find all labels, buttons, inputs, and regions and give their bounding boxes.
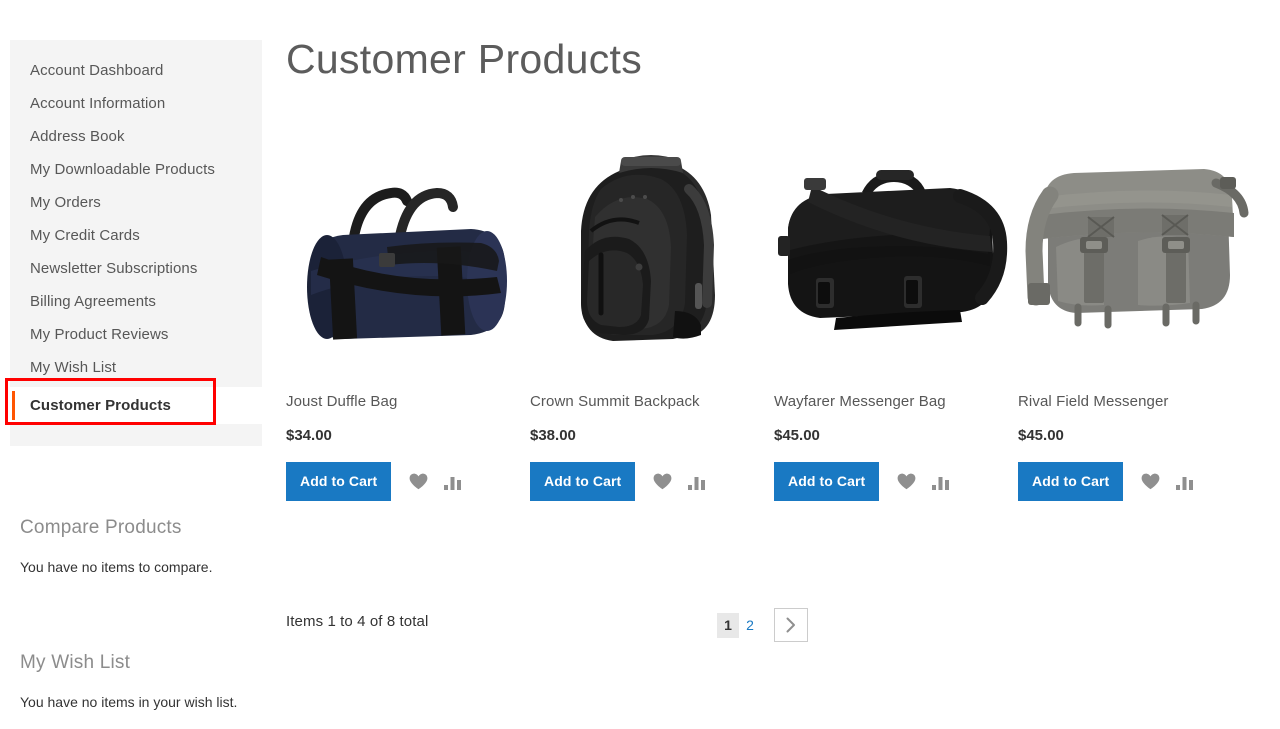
heart-icon bbox=[409, 473, 428, 490]
add-to-cart-button[interactable]: Add to Cart bbox=[1018, 462, 1124, 501]
main-content-header: Customer Products bbox=[286, 34, 1254, 84]
sidebar-item-my-product-reviews[interactable]: My Product Reviews bbox=[10, 318, 262, 351]
products-grid: Joust Duffle Bag $34.00 Add to Cart Crow… bbox=[286, 130, 1266, 501]
compare-bars-icon bbox=[688, 474, 706, 490]
wayfarer-messenger-bag-photo[interactable] bbox=[774, 130, 1014, 370]
product-name[interactable]: Rival Field Messenger bbox=[1018, 392, 1262, 412]
add-to-cart-button[interactable]: Add to Cart bbox=[286, 462, 392, 501]
sidebar-item-my-orders[interactable]: My Orders bbox=[10, 186, 262, 219]
joust-duffle-bag-photo[interactable] bbox=[286, 130, 526, 370]
product-actions: Add to Cart bbox=[286, 462, 530, 501]
chevron-right-icon bbox=[784, 617, 798, 633]
compare-bars-icon bbox=[1176, 474, 1194, 490]
product-item: Joust Duffle Bag $34.00 Add to Cart bbox=[286, 130, 530, 501]
product-price: $38.00 bbox=[530, 427, 576, 444]
sidebar-item-customer-products[interactable]: Customer Products bbox=[10, 387, 262, 424]
sidebar-item-label: My Wish List bbox=[30, 359, 117, 376]
customer-products-page: Account Dashboard Account Information Ad… bbox=[0, 0, 1280, 729]
sidebar-item-label: Billing Agreements bbox=[30, 293, 157, 310]
wishlist-empty-text: You have no items in your wish list. bbox=[20, 694, 238, 710]
product-item: Crown Summit Backpack $38.00 Add to Cart bbox=[530, 130, 774, 501]
sidebar-item-address-book[interactable]: Address Book bbox=[10, 120, 262, 153]
wishlist-block: My Wish List You have no items in your w… bbox=[10, 651, 262, 712]
next-page-button[interactable] bbox=[774, 608, 808, 642]
compare-products-title: Compare Products bbox=[20, 517, 182, 538]
sidebar-item-label: My Downloadable Products bbox=[30, 161, 215, 178]
product-item: Rival Field Messenger $45.00 Add to Cart bbox=[1018, 130, 1262, 501]
sidebar-item-label: Newsletter Subscriptions bbox=[30, 260, 198, 277]
sidebar-item-billing-agreements[interactable]: Billing Agreements bbox=[10, 285, 262, 318]
crown-summit-backpack-photo[interactable] bbox=[530, 130, 770, 370]
add-to-wishlist-button[interactable] bbox=[409, 473, 428, 490]
product-name[interactable]: Wayfarer Messenger Bag bbox=[774, 392, 1018, 412]
products-toolbar: Items 1 to 4 of 8 total 1 2 bbox=[286, 608, 808, 642]
sidebar-item-label: Account Information bbox=[30, 95, 166, 112]
compare-products-empty-text: You have no items to compare. bbox=[20, 559, 213, 575]
sidebar-item-label: Customer Products bbox=[30, 397, 171, 414]
product-name[interactable]: Joust Duffle Bag bbox=[286, 392, 530, 412]
add-to-compare-button[interactable] bbox=[688, 474, 706, 490]
product-price: $45.00 bbox=[774, 427, 820, 444]
sidebar-item-label: Address Book bbox=[30, 128, 125, 145]
add-to-cart-button[interactable]: Add to Cart bbox=[774, 462, 880, 501]
sidebar-item-label: My Product Reviews bbox=[30, 326, 169, 343]
compare-products-block: Compare Products You have no items to co… bbox=[10, 516, 262, 577]
heart-icon bbox=[897, 473, 916, 490]
toolbar-amount: Items 1 to 4 of 8 total bbox=[286, 613, 429, 630]
account-sidebar: Account Dashboard Account Information Ad… bbox=[10, 40, 262, 712]
sidebar-item-label: My Orders bbox=[30, 194, 101, 211]
add-to-compare-button[interactable] bbox=[444, 474, 462, 490]
product-price: $34.00 bbox=[286, 427, 332, 444]
sidebar-item-account-information[interactable]: Account Information bbox=[10, 87, 262, 120]
product-actions: Add to Cart bbox=[1018, 462, 1262, 501]
product-name[interactable]: Crown Summit Backpack bbox=[530, 392, 774, 412]
page-link-1: 1 bbox=[717, 612, 739, 638]
sidebar-item-label: Account Dashboard bbox=[30, 62, 164, 79]
sidebar-item-newsletter-subscriptions[interactable]: Newsletter Subscriptions bbox=[10, 252, 262, 285]
rival-field-messenger-photo[interactable] bbox=[1018, 130, 1258, 370]
heart-icon bbox=[653, 473, 672, 490]
add-to-compare-button[interactable] bbox=[932, 474, 950, 490]
wishlist-title: My Wish List bbox=[20, 652, 131, 673]
compare-bars-icon bbox=[932, 474, 950, 490]
add-to-wishlist-button[interactable] bbox=[653, 473, 672, 490]
product-item: Wayfarer Messenger Bag $45.00 Add to Car… bbox=[774, 130, 1018, 501]
add-to-compare-button[interactable] bbox=[1176, 474, 1194, 490]
page-title: Customer Products bbox=[286, 36, 643, 82]
product-price: $45.00 bbox=[1018, 427, 1064, 444]
sidebar-item-my-credit-cards[interactable]: My Credit Cards bbox=[10, 219, 262, 252]
heart-icon bbox=[1141, 473, 1160, 490]
page-link-2[interactable]: 2 bbox=[739, 613, 761, 638]
add-to-wishlist-button[interactable] bbox=[897, 473, 916, 490]
sidebar-item-my-wish-list[interactable]: My Wish List bbox=[10, 351, 262, 384]
sidebar-item-label: My Credit Cards bbox=[30, 227, 140, 244]
pagination: 1 2 bbox=[717, 608, 808, 642]
sidebar-item-my-downloadable-products[interactable]: My Downloadable Products bbox=[10, 153, 262, 186]
compare-bars-icon bbox=[444, 474, 462, 490]
product-actions: Add to Cart bbox=[530, 462, 774, 501]
sidebar-item-account-dashboard[interactable]: Account Dashboard bbox=[10, 54, 262, 87]
add-to-cart-button[interactable]: Add to Cart bbox=[530, 462, 636, 501]
add-to-wishlist-button[interactable] bbox=[1141, 473, 1160, 490]
product-actions: Add to Cart bbox=[774, 462, 1018, 501]
account-nav: Account Dashboard Account Information Ad… bbox=[10, 40, 262, 446]
